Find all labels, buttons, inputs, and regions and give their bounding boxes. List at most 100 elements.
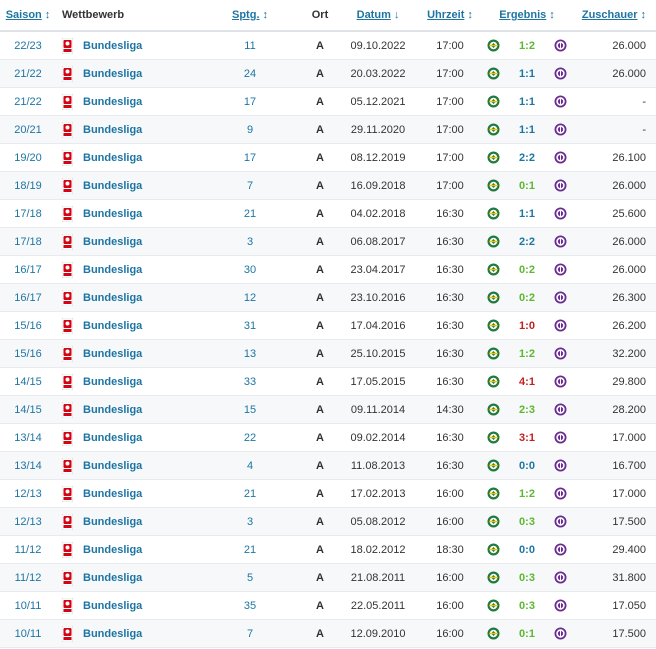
competition-link[interactable]: Bundesliga [83,180,142,192]
season-link[interactable]: 13/14 [0,451,56,480]
away-club-crest-icon[interactable] [554,515,567,528]
season-link[interactable]: 13/14 [0,423,56,452]
away-club-crest-icon[interactable] [554,207,567,220]
home-club-crest-icon[interactable] [487,123,500,136]
result-link[interactable]: 1:1 [510,208,544,220]
competition-link[interactable]: Bundesliga [83,152,142,164]
competition-link[interactable]: Bundesliga [83,516,142,528]
home-club-crest-icon[interactable] [487,39,500,52]
result-link[interactable]: 0:1 [510,180,544,192]
home-club-crest-icon[interactable] [487,235,500,248]
result-link[interactable]: 2:3 [510,404,544,416]
result-link[interactable]: 1:1 [510,96,544,108]
matchday-link[interactable]: 11 [198,31,302,60]
home-club-crest-icon[interactable] [487,487,500,500]
header-season[interactable]: Saison ↕ [0,0,56,32]
home-club-crest-icon[interactable] [487,263,500,276]
season-link[interactable]: 11/12 [0,563,56,592]
competition-link[interactable]: Bundesliga [83,124,142,136]
home-club-crest-icon[interactable] [487,347,500,360]
away-club-crest-icon[interactable] [554,263,567,276]
matchday-link[interactable]: 9 [198,115,302,144]
season-link[interactable]: 20/21 [0,115,56,144]
home-club-crest-icon[interactable] [487,375,500,388]
result-link[interactable]: 1:1 [510,68,544,80]
header-attendance[interactable]: Zuschauer ↕ [572,0,656,32]
season-link[interactable]: 17/18 [0,227,56,256]
season-link[interactable]: 15/16 [0,311,56,340]
season-link[interactable]: 14/15 [0,367,56,396]
season-link[interactable]: 10/11 [0,591,56,620]
away-club-crest-icon[interactable] [554,459,567,472]
away-club-crest-icon[interactable] [554,123,567,136]
away-club-crest-icon[interactable] [554,571,567,584]
matchday-link[interactable]: 13 [198,339,302,368]
matchday-link[interactable]: 5 [198,563,302,592]
matchday-link[interactable]: 35 [198,591,302,620]
result-link[interactable]: 1:2 [510,488,544,500]
home-club-crest-icon[interactable] [487,599,500,612]
matchday-link[interactable]: 7 [198,619,302,648]
competition-link[interactable]: Bundesliga [83,544,142,556]
competition-link[interactable]: Bundesliga [83,96,142,108]
competition-link[interactable]: Bundesliga [83,432,142,444]
header-date[interactable]: Datum ↓ [338,0,418,32]
home-club-crest-icon[interactable] [487,67,500,80]
season-link[interactable]: 21/22 [0,59,56,88]
matchday-link[interactable]: 31 [198,311,302,340]
away-club-crest-icon[interactable] [554,151,567,164]
competition-link[interactable]: Bundesliga [83,348,142,360]
away-club-crest-icon[interactable] [554,319,567,332]
season-link[interactable]: 18/19 [0,171,56,200]
away-club-crest-icon[interactable] [554,431,567,444]
result-link[interactable]: 0:2 [510,264,544,276]
home-club-crest-icon[interactable] [487,179,500,192]
matchday-link[interactable]: 7 [198,171,302,200]
competition-link[interactable]: Bundesliga [83,320,142,332]
home-club-crest-icon[interactable] [487,403,500,416]
header-matchday[interactable]: Sptg. ↕ [198,0,302,32]
competition-link[interactable]: Bundesliga [83,488,142,500]
matchday-link[interactable]: 24 [198,59,302,88]
home-club-crest-icon[interactable] [487,627,500,640]
competition-link[interactable]: Bundesliga [83,40,142,52]
result-link[interactable]: 0:3 [510,600,544,612]
result-link[interactable]: 2:2 [510,152,544,164]
competition-link[interactable]: Bundesliga [83,208,142,220]
away-club-crest-icon[interactable] [554,95,567,108]
matchday-link[interactable]: 33 [198,367,302,396]
matchday-link[interactable]: 12 [198,283,302,312]
home-club-crest-icon[interactable] [487,207,500,220]
away-club-crest-icon[interactable] [554,599,567,612]
result-link[interactable]: 0:3 [510,572,544,584]
header-time[interactable]: Uhrzeit ↕ [418,0,482,32]
matchday-link[interactable]: 21 [198,199,302,228]
result-link[interactable]: 1:1 [510,124,544,136]
matchday-link[interactable]: 4 [198,451,302,480]
result-link[interactable]: 4:1 [510,376,544,388]
season-link[interactable]: 21/22 [0,87,56,116]
result-link[interactable]: 1:2 [510,40,544,52]
home-club-crest-icon[interactable] [487,291,500,304]
away-club-crest-icon[interactable] [554,179,567,192]
competition-link[interactable]: Bundesliga [83,292,142,304]
season-link[interactable]: 11/12 [0,535,56,564]
away-club-crest-icon[interactable] [554,627,567,640]
away-club-crest-icon[interactable] [554,543,567,556]
matchday-link[interactable]: 21 [198,535,302,564]
matchday-link[interactable]: 17 [198,87,302,116]
season-link[interactable]: 19/20 [0,143,56,172]
competition-link[interactable]: Bundesliga [83,376,142,388]
season-link[interactable]: 14/15 [0,395,56,424]
result-link[interactable]: 0:0 [510,460,544,472]
matchday-link[interactable]: 15 [198,395,302,424]
matchday-link[interactable]: 17 [198,143,302,172]
result-link[interactable]: 1:0 [510,320,544,332]
matchday-link[interactable]: 21 [198,479,302,508]
away-club-crest-icon[interactable] [554,347,567,360]
home-club-crest-icon[interactable] [487,151,500,164]
season-link[interactable]: 12/13 [0,507,56,536]
home-club-crest-icon[interactable] [487,431,500,444]
matchday-link[interactable]: 22 [198,423,302,452]
home-club-crest-icon[interactable] [487,459,500,472]
